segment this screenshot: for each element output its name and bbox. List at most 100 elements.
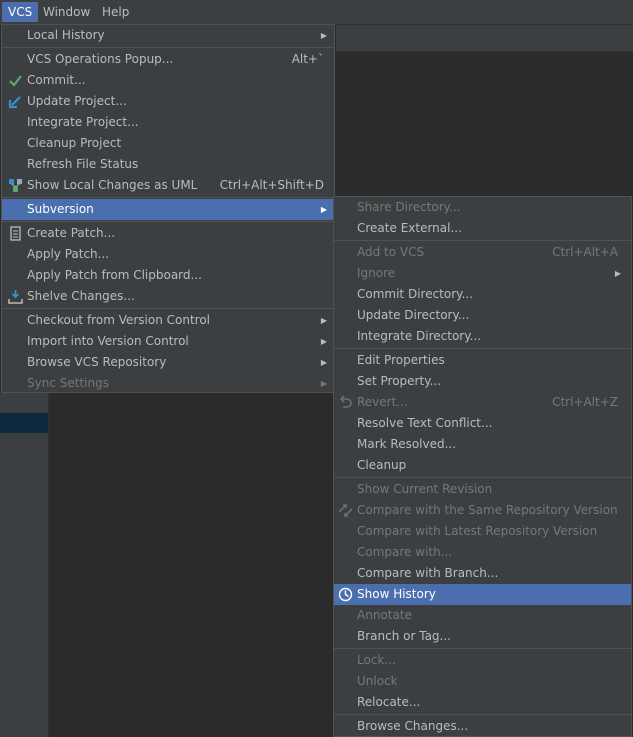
menu-item-cleanup-project[interactable]: Cleanup Project [2, 133, 334, 154]
show-current-revision-label: Show Current Revision [357, 482, 493, 496]
menu-item-revert[interactable]: Revert... Ctrl+Alt+Z [334, 392, 631, 413]
menu-item-commit[interactable]: Commit... [2, 70, 334, 91]
editor-tab-strip [336, 25, 633, 52]
menu-item-compare-with[interactable]: Compare with... [334, 542, 631, 563]
cleanup-project-label: Cleanup Project [27, 136, 122, 150]
patch-icon [8, 226, 23, 241]
commit-label: Commit... [27, 73, 86, 87]
menu-item-lock[interactable]: Lock... [334, 650, 631, 671]
integrate-directory-label: Integrate Directory... [357, 329, 482, 343]
menu-item-ignore[interactable]: Ignore ▶ [334, 263, 631, 284]
checkout-label: Checkout from Version Control [27, 313, 211, 327]
menu-item-show-history[interactable]: Show History [334, 584, 631, 605]
create-external-label: Create External... [357, 221, 462, 235]
add-to-vcs-label: Add to VCS [357, 245, 425, 259]
menu-item-compare-same-repo[interactable]: Compare with the Same Repository Version [334, 500, 631, 521]
menu-item-sync-settings[interactable]: Sync Settings ▶ [2, 373, 334, 394]
menu-item-update-directory[interactable]: Update Directory... [334, 305, 631, 326]
menu-item-set-property[interactable]: Set Property... [334, 371, 631, 392]
lock-label: Lock... [357, 653, 396, 667]
cleanup-label: Cleanup [357, 458, 407, 472]
menu-item-checkout[interactable]: Checkout from Version Control ▶ [2, 310, 334, 331]
menu-item-commit-directory[interactable]: Commit Directory... [334, 284, 631, 305]
menu-item-refresh-file-status[interactable]: Refresh File Status [2, 154, 334, 175]
compare-icon [338, 503, 353, 518]
menu-item-browse-vcs[interactable]: Browse VCS Repository ▶ [2, 352, 334, 373]
shelve-icon [8, 289, 23, 304]
submenu-arrow-icon: ▶ [320, 379, 327, 388]
project-tree-selected-row[interactable] [0, 413, 48, 433]
submenu-arrow-icon: ▶ [614, 269, 621, 278]
menu-item-integrate-directory[interactable]: Integrate Directory... [334, 326, 631, 347]
uml-diagram-icon [8, 178, 23, 193]
compare-latest-repo-label: Compare with Latest Repository Version [357, 524, 598, 538]
separator [2, 47, 334, 48]
update-arrow-icon [8, 94, 23, 109]
share-directory-label: Share Directory... [357, 200, 461, 214]
show-local-changes-uml-label: Show Local Changes as UML [27, 178, 198, 192]
shelve-changes-label: Shelve Changes... [27, 289, 135, 303]
menu-item-branch-or-tag[interactable]: Branch or Tag... [334, 626, 631, 647]
vcs-operations-popup-shortcut: Alt+` [291, 52, 324, 66]
editor-area[interactable] [49, 393, 333, 737]
menu-item-update-project[interactable]: Update Project... [2, 91, 334, 112]
menu-item-browse-changes[interactable]: Browse Changes... [334, 716, 631, 737]
annotate-label: Annotate [357, 608, 412, 622]
menu-item-cleanup[interactable]: Cleanup [334, 455, 631, 476]
menu-item-local-history[interactable]: Local History ▶ [2, 25, 334, 46]
import-label: Import into Version Control [27, 334, 189, 348]
menubar: VCS Window Help [0, 0, 633, 25]
resolve-text-conflict-label: Resolve Text Conflict... [357, 416, 493, 430]
compare-with-branch-label: Compare with Branch... [357, 566, 499, 580]
set-property-label: Set Property... [357, 374, 442, 388]
menu-item-unlock[interactable]: Unlock [334, 671, 631, 692]
revert-label: Revert... [357, 395, 408, 409]
menu-item-create-patch[interactable]: Create Patch... [2, 223, 334, 244]
submenu-arrow-icon: ▶ [320, 205, 327, 214]
menu-item-relocate[interactable]: Relocate... [334, 692, 631, 713]
ignore-label: Ignore [357, 266, 396, 280]
relocate-label: Relocate... [357, 695, 421, 709]
menu-item-annotate[interactable]: Annotate [334, 605, 631, 626]
menu-help[interactable]: Help [96, 2, 135, 22]
revert-icon [338, 395, 353, 410]
browse-changes-label: Browse Changes... [357, 719, 469, 733]
menu-item-shelve-changes[interactable]: Shelve Changes... [2, 286, 334, 307]
menu-item-compare-latest-repo[interactable]: Compare with Latest Repository Version [334, 521, 631, 542]
menu-item-vcs-operations-popup[interactable]: VCS Operations Popup... Alt+` [2, 49, 334, 70]
separator [334, 714, 631, 715]
project-tool-window [0, 393, 48, 737]
menu-item-compare-with-branch[interactable]: Compare with Branch... [334, 563, 631, 584]
submenu-arrow-icon: ▶ [320, 31, 327, 40]
show-history-label: Show History [357, 587, 436, 601]
menu-item-apply-patch[interactable]: Apply Patch... [2, 244, 334, 265]
menu-item-add-to-vcs[interactable]: Add to VCS Ctrl+Alt+A [334, 242, 631, 263]
menu-item-edit-properties[interactable]: Edit Properties [334, 350, 631, 371]
menu-item-apply-patch-clipboard[interactable]: Apply Patch from Clipboard... [2, 265, 334, 286]
local-history-label: Local History [27, 28, 105, 42]
vcs-operations-popup-label: VCS Operations Popup... [27, 52, 174, 66]
menu-item-import[interactable]: Import into Version Control ▶ [2, 331, 334, 352]
separator [334, 648, 631, 649]
menu-item-create-external[interactable]: Create External... [334, 218, 631, 239]
menu-item-subversion[interactable]: Subversion ▶ [2, 199, 334, 220]
update-project-label: Update Project... [27, 94, 127, 108]
separator [2, 197, 334, 198]
apply-patch-clipboard-label: Apply Patch from Clipboard... [27, 268, 202, 282]
menu-vcs[interactable]: VCS [2, 2, 39, 22]
compare-with-label: Compare with... [357, 545, 453, 559]
separator [334, 240, 631, 241]
refresh-file-status-label: Refresh File Status [27, 157, 139, 171]
menu-item-show-local-changes-uml[interactable]: Show Local Changes as UML Ctrl+Alt+Shift… [2, 175, 334, 196]
menu-item-integrate-project[interactable]: Integrate Project... [2, 112, 334, 133]
edit-properties-label: Edit Properties [357, 353, 445, 367]
commit-directory-label: Commit Directory... [357, 287, 473, 301]
browse-vcs-label: Browse VCS Repository [27, 355, 167, 369]
menu-item-show-current-revision[interactable]: Show Current Revision [334, 479, 631, 500]
subversion-submenu: Share Directory... Create External... Ad… [333, 196, 632, 737]
menu-item-mark-resolved[interactable]: Mark Resolved... [334, 434, 631, 455]
menu-item-share-directory[interactable]: Share Directory... [334, 197, 631, 218]
menu-window[interactable]: Window [37, 2, 96, 22]
menu-item-resolve-text-conflict[interactable]: Resolve Text Conflict... [334, 413, 631, 434]
update-directory-label: Update Directory... [357, 308, 470, 322]
